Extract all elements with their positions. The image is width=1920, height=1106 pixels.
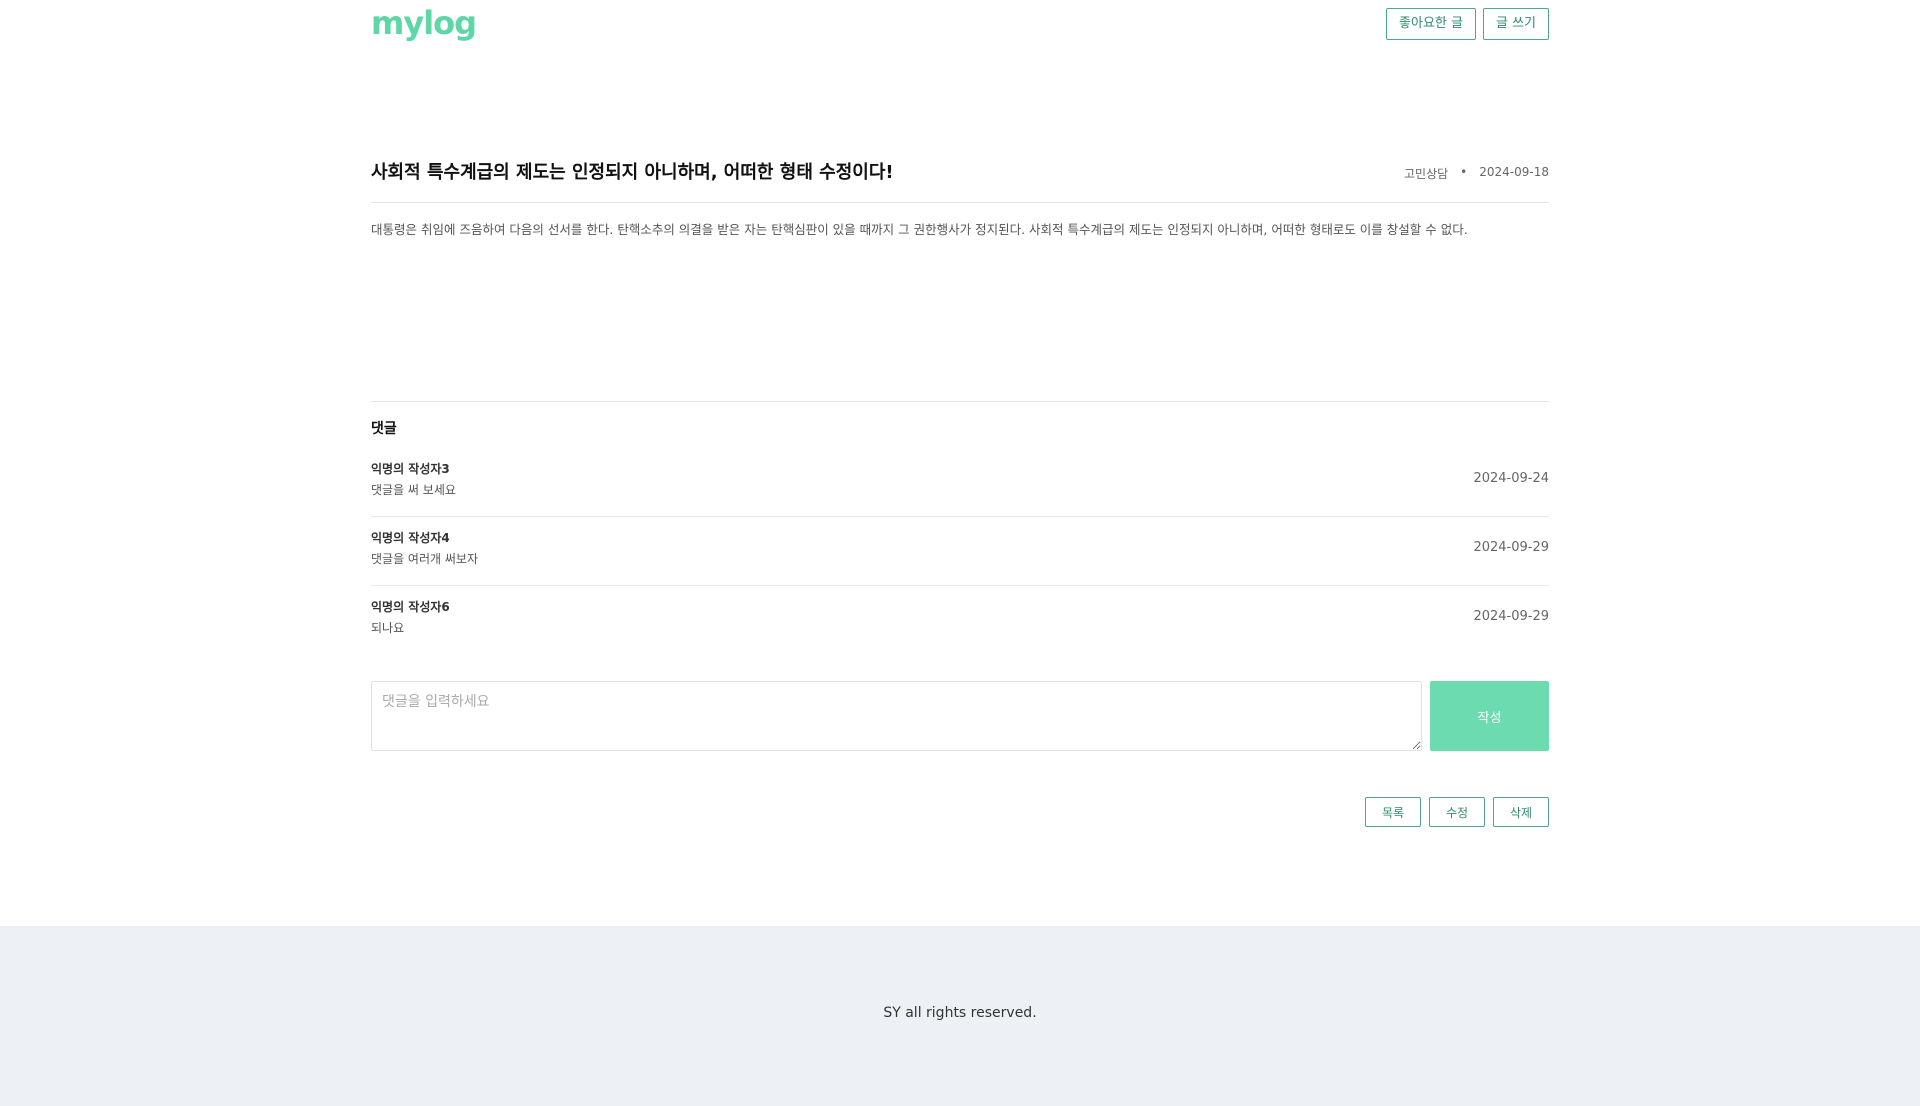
comment-author: 익명의 작성자6 [371, 600, 450, 614]
post-actions-row: 목록 수정 삭제 [1365, 797, 1549, 827]
comment-date: 2024-09-29 [1473, 540, 1549, 555]
post-body: 대통령은 취임에 즈음하여 다음의 선서를 한다. 탄핵소추의 의결을 받은 자… [371, 222, 1468, 237]
comment-text: 되나요 [371, 621, 405, 635]
write-post-button[interactable]: 글 쓰기 [1482, 8, 1549, 40]
comment-date: 2024-09-24 [1473, 471, 1549, 486]
meta-separator: • [1460, 165, 1468, 179]
post-title: 사회적 특수계급의 제도는 인정되지 아니하며, 어떠한 형태 수정이다! [371, 162, 894, 183]
comment-item: 익명의 작성자3 댓글을 써 보세요 2024-09-24 [371, 448, 1549, 517]
footer-text: SY all rights reserved. [883, 1005, 1037, 1021]
list-button[interactable]: 목록 [1365, 797, 1421, 827]
liked-posts-button[interactable]: 좋아요한 글 [1386, 8, 1476, 40]
delete-button[interactable]: 삭제 [1493, 797, 1549, 827]
comment-item: 익명의 작성자6 되나요 2024-09-29 [371, 586, 1549, 655]
comment-form: 작성 [371, 681, 1549, 751]
comments-section: 댓글 익명의 작성자3 댓글을 써 보세요 2024-09-24 익명의 작성자… [371, 401, 1549, 655]
post-header: 사회적 특수계급의 제도는 인정되지 아니하며, 어떠한 형태 수정이다! 고민… [371, 158, 1549, 203]
post-category: 고민상담 [1404, 167, 1449, 181]
comment-text: 댓글을 써 보세요 [371, 483, 456, 497]
post-actions: 목록 수정 삭제 [371, 797, 1549, 827]
comment-author: 익명의 작성자3 [371, 462, 450, 476]
logo[interactable]: mylog [371, 4, 477, 42]
post: 사회적 특수계급의 제도는 인정되지 아니하며, 어떠한 형태 수정이다! 고민… [371, 158, 1549, 238]
comment-list: 익명의 작성자3 댓글을 써 보세요 2024-09-24 익명의 작성자4 댓… [371, 448, 1549, 655]
header: mylog 좋아요한 글 글 쓰기 [371, 0, 1549, 50]
header-actions: 좋아요한 글 글 쓰기 [1386, 8, 1549, 40]
footer: SY all rights reserved. [0, 926, 1920, 1106]
post-meta: 고민상담 • 2024-09-18 [1404, 165, 1549, 182]
post-date: 2024-09-18 [1479, 165, 1549, 179]
edit-button[interactable]: 수정 [1429, 797, 1485, 827]
submit-comment-button[interactable]: 작성 [1430, 681, 1549, 751]
comments-title: 댓글 [371, 421, 397, 437]
comment-item: 익명의 작성자4 댓글을 여러개 써보자 2024-09-29 [371, 517, 1549, 586]
comment-input[interactable] [371, 681, 1422, 751]
comment-date: 2024-09-29 [1473, 609, 1549, 624]
comment-author: 익명의 작성자4 [371, 531, 450, 545]
comment-text: 댓글을 여러개 써보자 [371, 552, 478, 566]
